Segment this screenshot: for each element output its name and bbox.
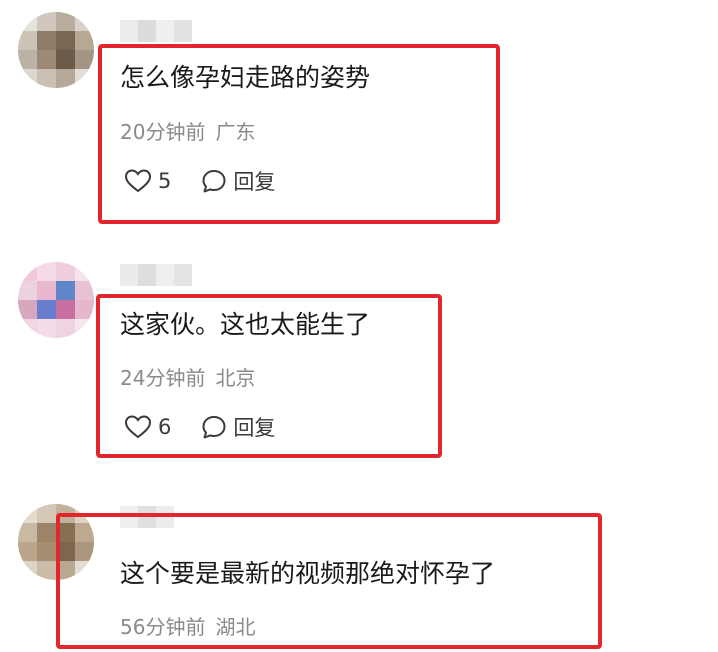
comment-item: 这个要是最新的视频那绝对怀孕了 56分钟前 湖北 bbox=[0, 0, 718, 652]
comment-meta: 56分钟前 湖北 bbox=[120, 615, 255, 639]
comment-text: 这个要是最新的视频那绝对怀孕了 bbox=[120, 559, 496, 588]
comment-time: 56分钟前 bbox=[120, 615, 206, 639]
comment-location: 湖北 bbox=[215, 615, 256, 639]
